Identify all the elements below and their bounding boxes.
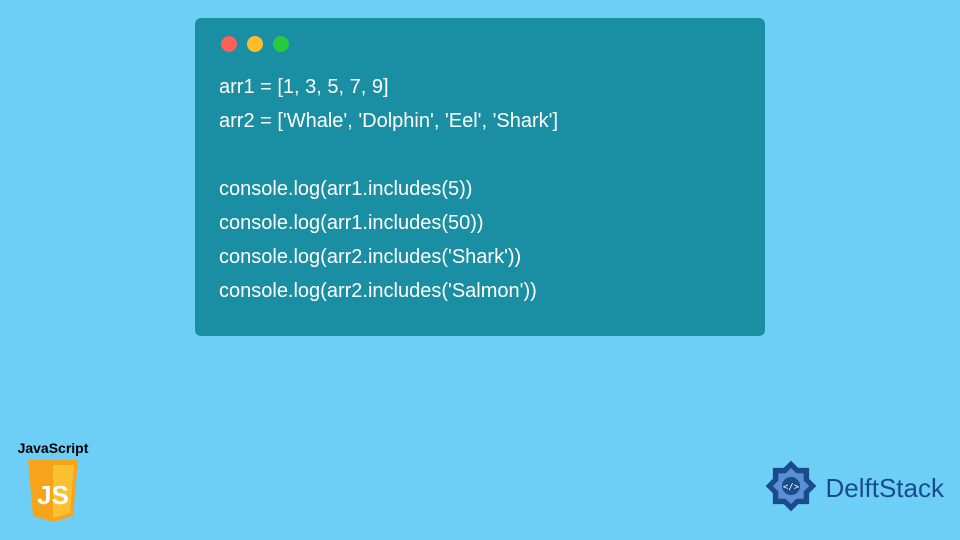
svg-text:</>: </> bbox=[782, 483, 799, 493]
code-block: arr1 = [1, 3, 5, 7, 9] arr2 = ['Whale', … bbox=[219, 70, 741, 308]
js-glyph: JS bbox=[37, 480, 69, 510]
close-icon bbox=[221, 36, 237, 52]
code-line: console.log(arr1.includes(5)) bbox=[219, 172, 741, 206]
delftstack-brand: </> DelftStack bbox=[762, 457, 945, 520]
brand-name: DelftStack bbox=[826, 473, 945, 504]
javascript-badge: JavaScript JS bbox=[14, 440, 92, 526]
javascript-label: JavaScript bbox=[14, 440, 92, 456]
code-line: console.log(arr2.includes('Salmon')) bbox=[219, 274, 741, 308]
code-line: arr1 = [1, 3, 5, 7, 9] bbox=[219, 70, 741, 104]
code-line: console.log(arr1.includes(50)) bbox=[219, 206, 741, 240]
javascript-shield-icon: JS bbox=[23, 460, 83, 526]
code-line: console.log(arr2.includes('Shark')) bbox=[219, 240, 741, 274]
maximize-icon bbox=[273, 36, 289, 52]
code-window: arr1 = [1, 3, 5, 7, 9] arr2 = ['Whale', … bbox=[195, 18, 765, 336]
window-traffic-lights bbox=[219, 36, 741, 52]
delftstack-logo-icon: </> bbox=[762, 457, 820, 520]
code-line: arr2 = ['Whale', 'Dolphin', 'Eel', 'Shar… bbox=[219, 104, 741, 138]
minimize-icon bbox=[247, 36, 263, 52]
code-line-blank bbox=[219, 138, 741, 172]
